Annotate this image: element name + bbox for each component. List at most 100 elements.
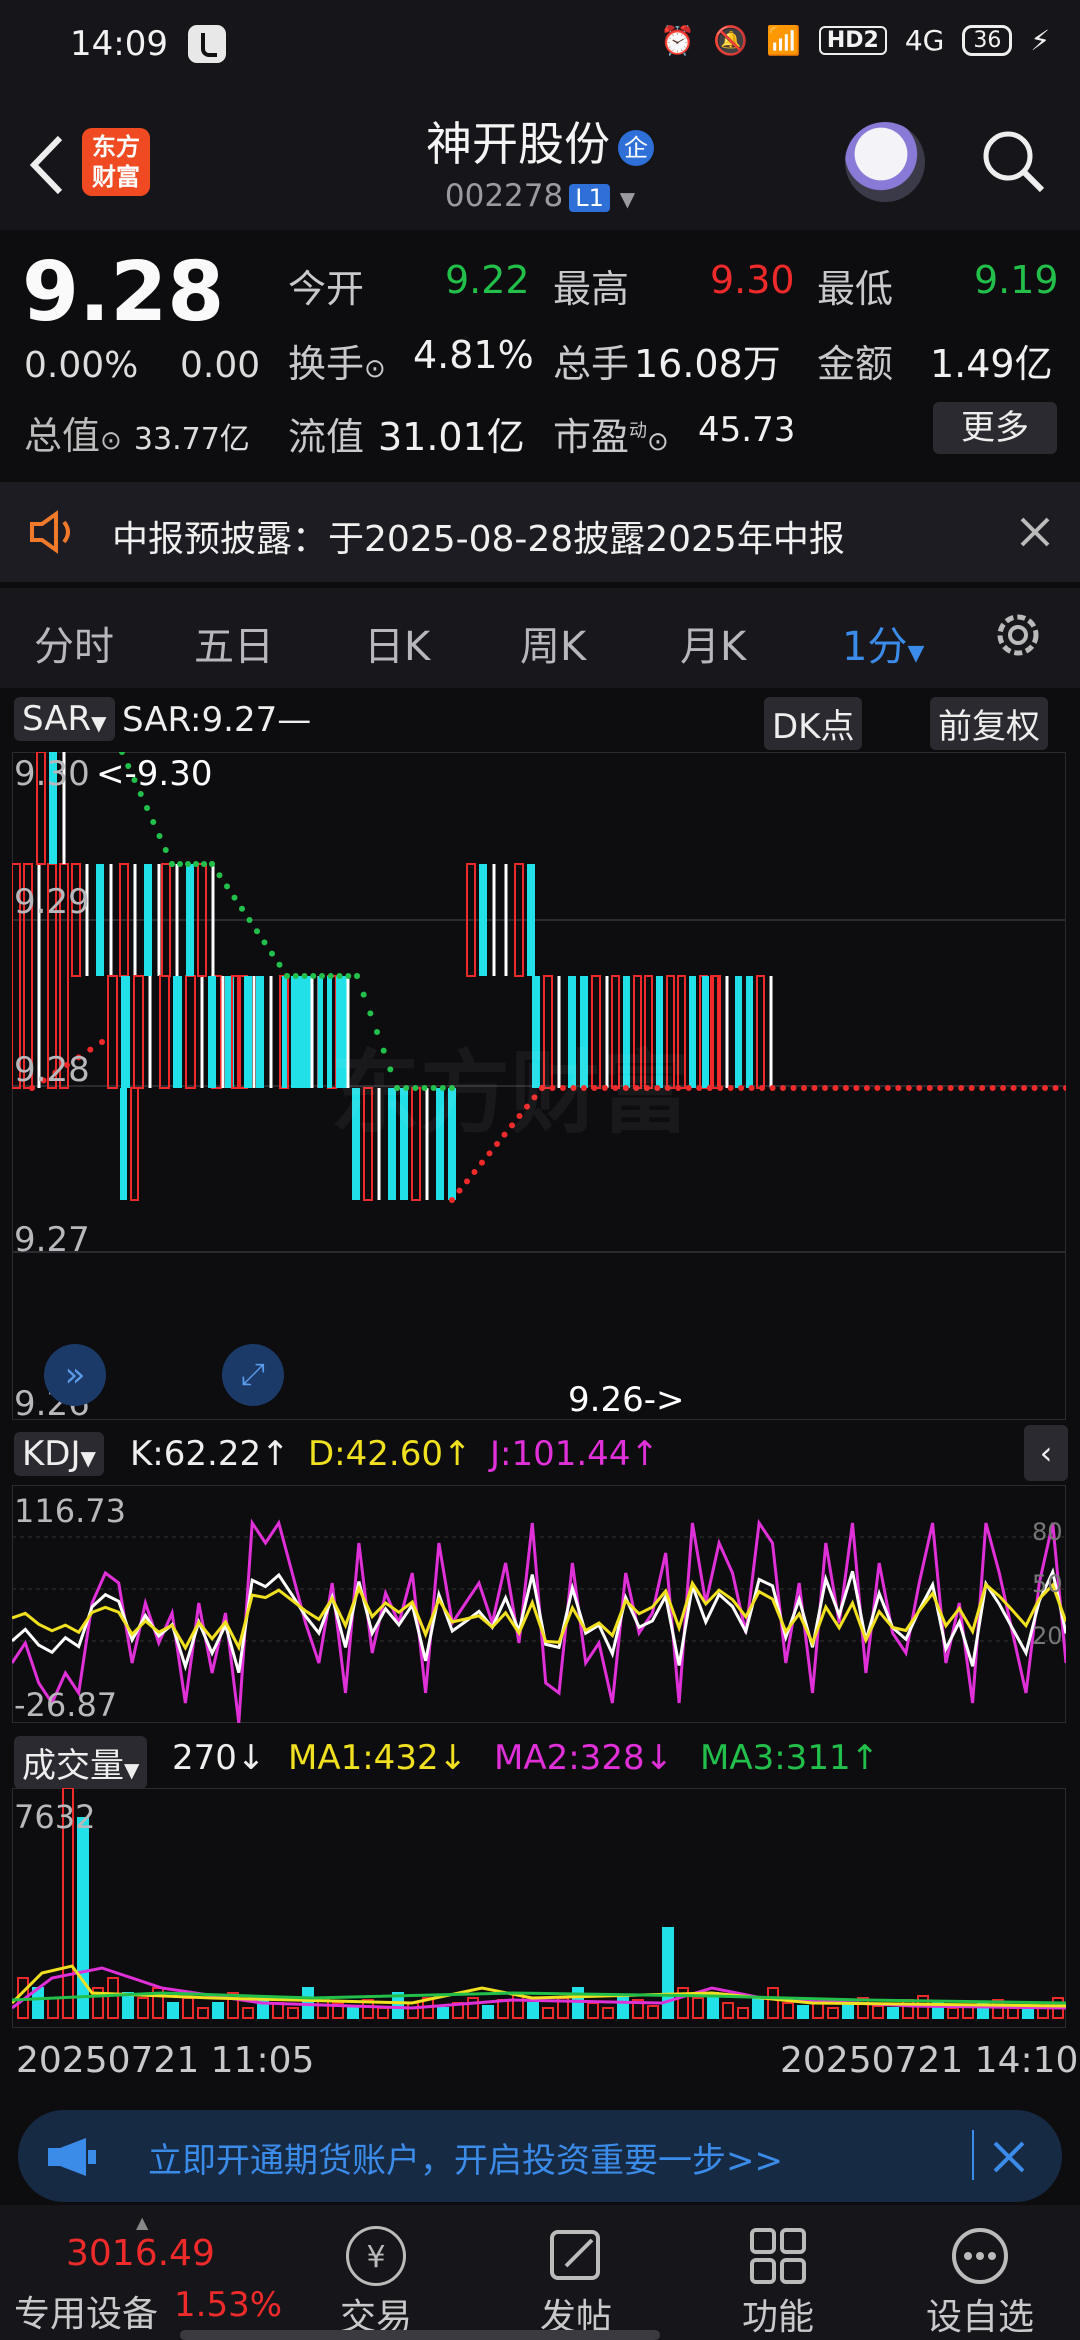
volume-chart[interactable] xyxy=(12,1788,1066,2028)
signal-label: 4G xyxy=(904,24,945,57)
sar-dot xyxy=(216,872,223,879)
axis-label-930: 9.30 xyxy=(14,754,90,794)
battery-icon: 36 xyxy=(962,25,1013,56)
robot-avatar-icon[interactable] xyxy=(845,122,925,202)
adjust-button[interactable]: 前复权 xyxy=(930,697,1048,750)
sar-dot xyxy=(336,973,343,979)
notice-text: 中报预披露：于2025-08-28披露2025年中报 xyxy=(112,519,845,560)
dk-point-button[interactable]: DK点 xyxy=(764,697,863,750)
price-bar xyxy=(300,976,305,1088)
change-pct: 0.00% xyxy=(24,345,139,386)
kdj-chart[interactable] xyxy=(12,1485,1066,1723)
float-mv-value: 31.01亿 xyxy=(378,415,525,459)
more-dots-icon[interactable] xyxy=(950,2226,1010,2286)
tab-intraday[interactable]: 分时 xyxy=(34,614,114,672)
trade-icon[interactable]: ¥ xyxy=(346,2226,406,2286)
amount-label: 金额 xyxy=(817,342,894,386)
tab-monthly-k[interactable]: 月K xyxy=(680,614,746,672)
sar-dot xyxy=(979,1085,986,1091)
tab-daily-k[interactable]: 日K xyxy=(364,614,430,672)
sar-dot xyxy=(162,847,169,853)
charging-icon: ⚡ xyxy=(1030,24,1050,57)
sar-dot xyxy=(150,819,157,825)
index-label[interactable]: 专用设备 xyxy=(14,2285,158,2337)
sar-dot xyxy=(99,1039,105,1045)
close-icon[interactable] xyxy=(1018,515,1052,549)
sar-dot xyxy=(224,883,230,890)
app-logo[interactable]: 东方 财富 xyxy=(82,128,150,196)
megaphone-icon xyxy=(48,2138,96,2176)
open-label: 今开 xyxy=(288,267,365,311)
volume-bar xyxy=(527,2002,539,2019)
volume-selector[interactable]: 成交量▼ xyxy=(14,1736,148,1789)
sar-dot xyxy=(759,1085,766,1091)
volume-ma2: MA2:328↓ xyxy=(494,1738,674,1778)
stock-code-row[interactable]: 002278 L1 ▼ xyxy=(300,178,780,214)
price-bar xyxy=(527,864,535,976)
kdj-selector[interactable]: KDJ▼ xyxy=(14,1432,104,1476)
sar-dot xyxy=(895,1085,902,1091)
sar-dot xyxy=(479,1159,485,1166)
sar-dot xyxy=(874,1085,881,1091)
status-icons: ⏰ 🔕 📶 HD2 4G 36 ⚡ xyxy=(660,24,1050,57)
stock-name: 神开股份 xyxy=(426,117,610,171)
sar-dot xyxy=(292,973,299,979)
logo-line2: 财富 xyxy=(92,163,140,191)
kdj-level-20: 20 xyxy=(1032,1622,1063,1650)
sar-dot xyxy=(1031,1085,1038,1091)
function-grid-icon[interactable] xyxy=(748,2226,808,2286)
post-icon[interactable] xyxy=(546,2226,606,2286)
sar-dot xyxy=(169,861,175,867)
volume-ma2-text: MA2:328 xyxy=(494,1738,645,1778)
tab-five-day[interactable]: 五日 xyxy=(194,614,274,672)
high-label: 最高 xyxy=(553,267,630,311)
volume-bar xyxy=(797,2005,809,2019)
turnover-value: 4.81% xyxy=(413,333,534,377)
search-icon[interactable] xyxy=(980,128,1046,194)
chevron-down-icon: ▼ xyxy=(619,187,636,211)
sar-dot xyxy=(853,1085,860,1091)
sar-dot xyxy=(464,1178,470,1185)
sar-dot xyxy=(301,973,308,979)
axis-label-927: 9.27 xyxy=(14,1220,90,1260)
kdj-j-text: J:101.44 xyxy=(490,1434,631,1474)
price-bar xyxy=(186,864,194,976)
status-bar: 14:09 ⏰ 🔕 📶 HD2 4G 36 ⚡ xyxy=(0,0,1080,95)
sar-dot xyxy=(905,1085,912,1091)
sar-dot xyxy=(185,861,191,867)
volume-bar xyxy=(842,2002,854,2019)
sar-selector[interactable]: SAR▼ xyxy=(14,697,115,741)
index-value[interactable]: 3016.49 xyxy=(66,2233,215,2274)
price-bar xyxy=(256,976,264,1088)
back-icon[interactable] xyxy=(20,130,80,200)
sar-dot xyxy=(696,1085,703,1091)
more-button[interactable]: 更多 xyxy=(933,402,1057,454)
price-bar xyxy=(244,976,252,1088)
gear-icon[interactable] xyxy=(990,607,1046,663)
sar-dot xyxy=(769,1085,776,1091)
volume-value: 16.08万 xyxy=(634,342,781,386)
volume-ma1: MA1:432↓ xyxy=(288,1738,468,1778)
banner-close-icon[interactable] xyxy=(992,2140,1026,2174)
sar-dot xyxy=(201,861,207,867)
tab-weekly-k[interactable]: 周K xyxy=(520,614,586,672)
pe-label: 市盈动⊙ xyxy=(553,415,669,459)
nav-function[interactable]: 功能 xyxy=(728,2288,828,2340)
sar-dot xyxy=(261,939,268,946)
expand-right-icon[interactable]: » xyxy=(44,1344,106,1406)
sar-dot xyxy=(354,973,360,979)
volume-bar xyxy=(887,2007,899,2019)
tab-1min[interactable]: 1分▼ xyxy=(842,614,924,672)
nav-watchlist[interactable]: 设自选 xyxy=(915,2288,1045,2340)
axis-label-928: 9.28 xyxy=(14,1050,90,1090)
collapse-panel-icon[interactable]: ‹ xyxy=(1024,1425,1068,1481)
kdj-k-text: K:62.22 xyxy=(130,1434,262,1474)
sar-dot xyxy=(471,1169,478,1175)
volume-bar xyxy=(617,1995,629,2019)
sar-dot xyxy=(937,1085,944,1091)
volume-bar xyxy=(167,2002,179,2019)
volume-max: 7632 xyxy=(14,1798,96,1836)
fullscreen-icon[interactable]: ⤢ xyxy=(222,1344,284,1406)
sar-dot xyxy=(156,833,163,839)
sar-dot xyxy=(144,805,150,811)
